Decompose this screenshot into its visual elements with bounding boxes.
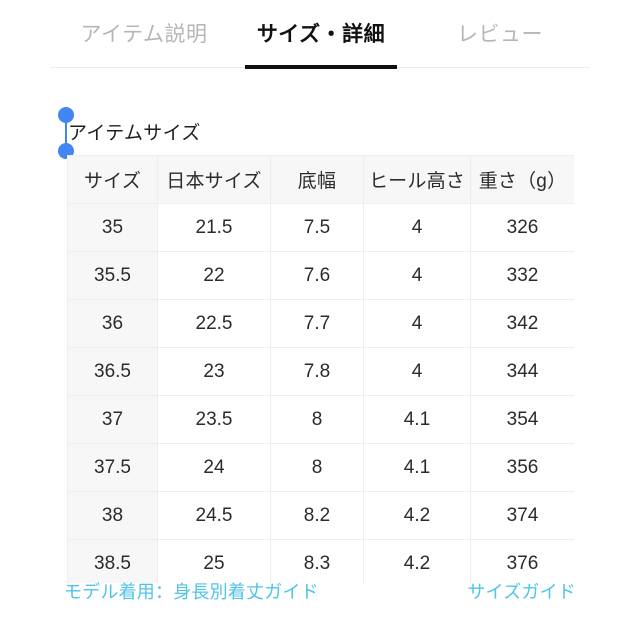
cell-weight: 344 [470, 347, 574, 396]
cell-sole-width: 7.8 [270, 347, 364, 396]
cell-heel-height: 4.2 [363, 491, 471, 540]
cell-heel-height: 4 [363, 251, 471, 300]
cell-weight: 376 [470, 539, 574, 583]
cell-size: 37 [67, 395, 158, 444]
cell-jp-size: 21.5 [157, 203, 271, 252]
cell-heel-height: 4.2 [363, 539, 471, 583]
table-row: 36.5 23 7.8 4 344 [67, 347, 574, 396]
tab-size-details[interactable]: サイズ・詳細 [240, 18, 402, 52]
cell-sole-width: 7.6 [270, 251, 364, 300]
cell-sole-width: 8.3 [270, 539, 364, 583]
cell-sole-width: 8.2 [270, 491, 364, 540]
cell-heel-height: 4 [363, 347, 471, 396]
cell-sole-width: 7.5 [270, 203, 364, 252]
column-header-heel-height: ヒール高さ [363, 155, 471, 204]
table-row: 38 24.5 8.2 4.2 374 [67, 491, 574, 540]
table-row: 37 23.5 8 4.1 354 [67, 395, 574, 444]
size-table-container[interactable]: サイズ 日本サイズ 底幅 ヒール高さ 重さ（g） 35 21.5 7.5 4 3… [67, 155, 574, 583]
cell-heel-height: 4.1 [363, 395, 471, 444]
table-header-row: サイズ 日本サイズ 底幅 ヒール高さ 重さ（g） [67, 155, 574, 204]
size-table: サイズ 日本サイズ 底幅 ヒール高さ 重さ（g） 35 21.5 7.5 4 3… [67, 155, 574, 583]
cell-weight: 354 [470, 395, 574, 444]
cell-weight: 326 [470, 203, 574, 252]
cell-size: 38 [67, 491, 158, 540]
table-row: 36 22.5 7.7 4 342 [67, 299, 574, 348]
table-row: 35.5 22 7.6 4 332 [67, 251, 574, 300]
cell-weight: 332 [470, 251, 574, 300]
table-row: 37.5 24 8 4.1 356 [67, 443, 574, 492]
text-selection-handle[interactable] [58, 107, 75, 159]
size-table-header: サイズ 日本サイズ 底幅 ヒール高さ 重さ（g） [67, 155, 574, 204]
cell-jp-size: 24.5 [157, 491, 271, 540]
cell-size: 35.5 [67, 251, 158, 300]
footer-links: モデル着用：身長別着丈ガイド サイズガイド [64, 578, 576, 606]
cell-heel-height: 4 [363, 203, 471, 252]
selection-handle-start-icon[interactable] [58, 107, 74, 123]
cell-size: 36 [67, 299, 158, 348]
cell-size: 37.5 [67, 443, 158, 492]
link-size-guide[interactable]: サイズガイド [467, 578, 576, 604]
link-model-height-guide[interactable]: モデル着用：身長別着丈ガイド [64, 578, 319, 604]
cell-weight: 342 [470, 299, 574, 348]
tab-bar: アイテム説明 サイズ・詳細 レビュー [0, 0, 640, 70]
cell-weight: 356 [470, 443, 574, 492]
cell-jp-size: 24 [157, 443, 271, 492]
cell-sole-width: 7.7 [270, 299, 364, 348]
tab-item-description[interactable]: アイテム説明 [62, 18, 226, 52]
cell-heel-height: 4.1 [363, 443, 471, 492]
tab-reviews[interactable]: レビュー [424, 18, 576, 52]
cell-jp-size: 23 [157, 347, 271, 396]
column-header-jp-size: 日本サイズ [157, 155, 271, 204]
cell-jp-size: 23.5 [157, 395, 271, 444]
active-tab-underline [245, 65, 397, 69]
cell-jp-size: 22.5 [157, 299, 271, 348]
column-header-size: サイズ [67, 155, 158, 204]
cell-size: 38.5 [67, 539, 158, 583]
table-row: 38.5 25 8.3 4.2 376 [67, 539, 574, 583]
cell-jp-size: 25 [157, 539, 271, 583]
cell-size: 35 [67, 203, 158, 252]
column-header-weight: 重さ（g） [470, 155, 574, 204]
section-title-item-size: アイテムサイズ [68, 123, 201, 144]
cell-sole-width: 8 [270, 395, 364, 444]
cell-heel-height: 4 [363, 299, 471, 348]
size-table-body: 35 21.5 7.5 4 326 35.5 22 7.6 4 332 36 2… [67, 203, 574, 583]
table-scrollbar-track[interactable] [579, 155, 587, 583]
cell-size: 36.5 [67, 347, 158, 396]
cell-jp-size: 22 [157, 251, 271, 300]
cell-sole-width: 8 [270, 443, 364, 492]
column-header-sole-width: 底幅 [270, 155, 364, 204]
cell-weight: 374 [470, 491, 574, 540]
table-row: 35 21.5 7.5 4 326 [67, 203, 574, 252]
